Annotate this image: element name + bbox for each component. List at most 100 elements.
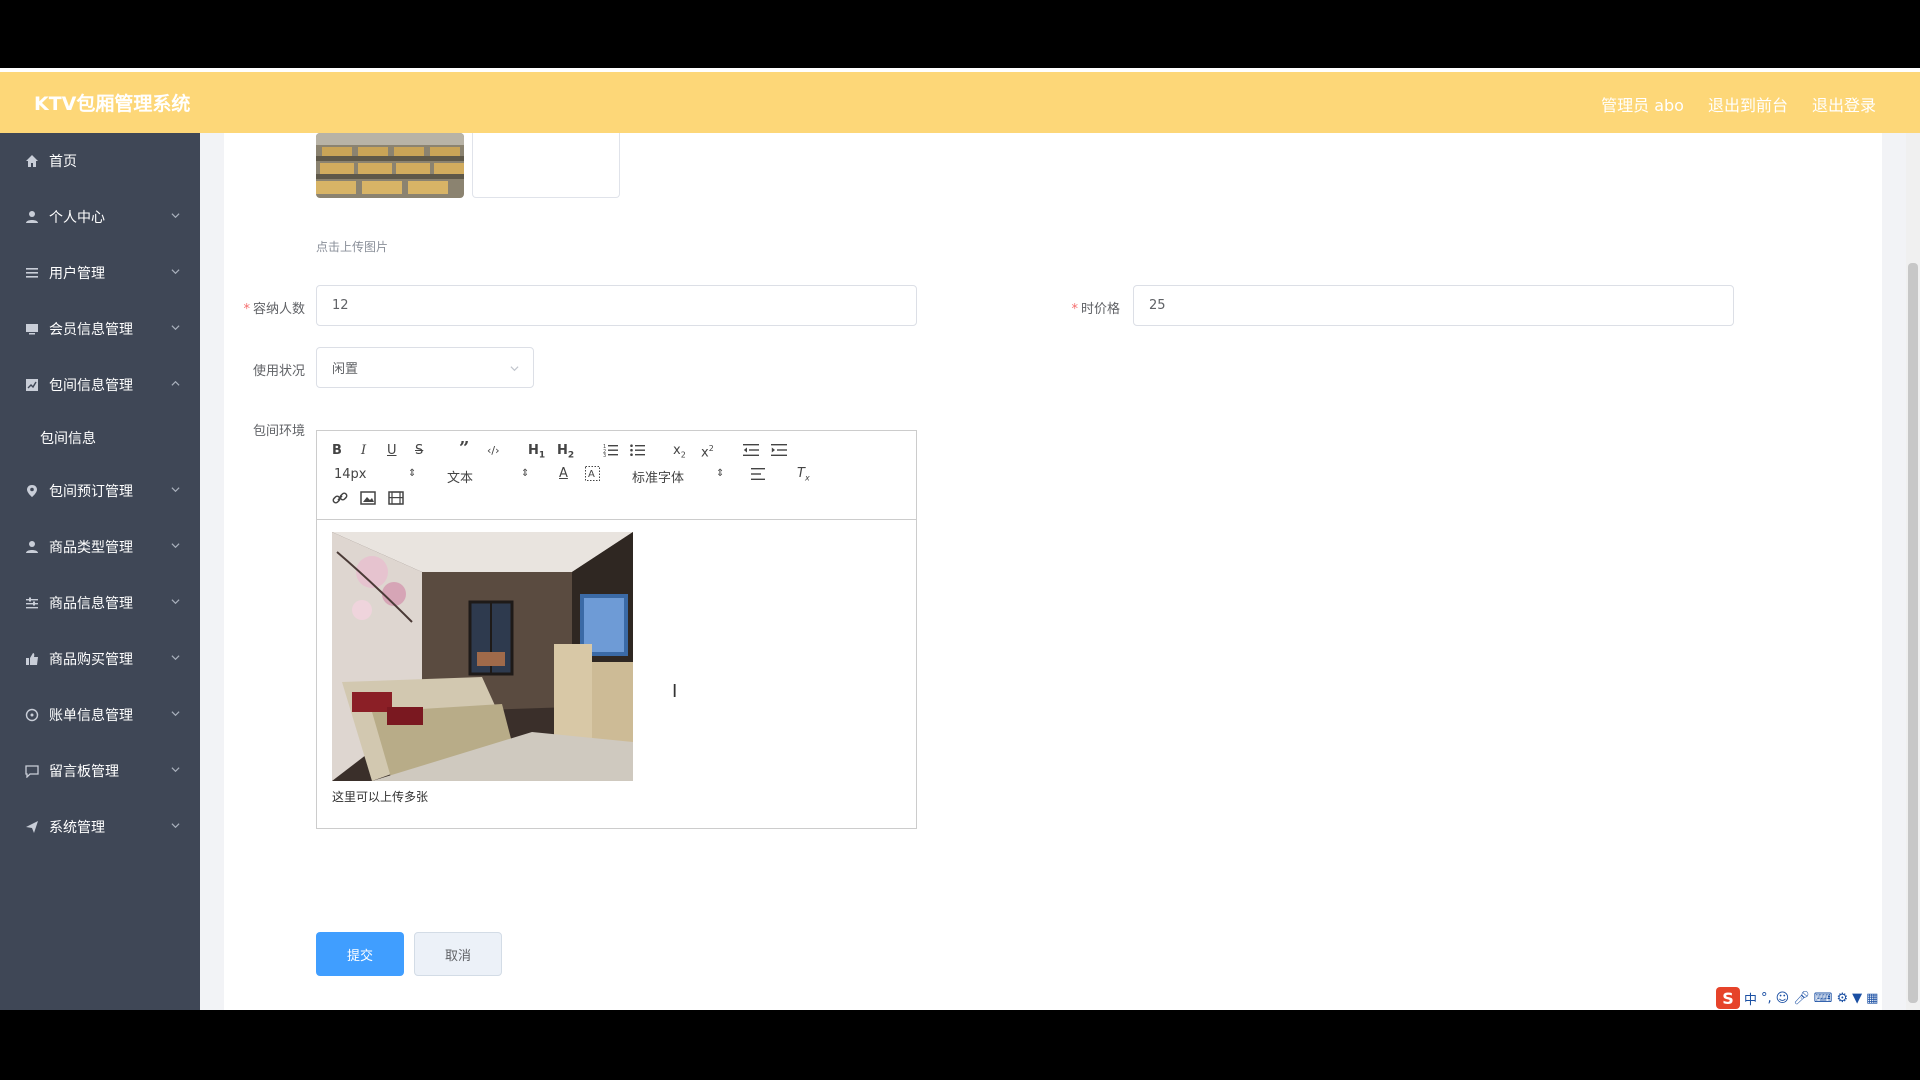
chevron-down-icon <box>171 543 180 549</box>
chevron-down-icon <box>171 767 180 773</box>
clear-format-icon[interactable]: Tx <box>797 466 810 487</box>
svg-text:A: A <box>588 469 595 480</box>
link-icon[interactable] <box>332 491 348 510</box>
sidebar-item-message-board[interactable]: 留言板管理 <box>0 743 200 799</box>
strikethrough-icon[interactable]: S <box>415 443 423 459</box>
align-icon[interactable] <box>751 467 767 486</box>
price-input[interactable]: 25 <box>1133 285 1734 326</box>
bullet-list-icon[interactable] <box>630 443 646 462</box>
ime-mode[interactable]: 中 <box>1744 989 1757 1008</box>
sidebar-item-member-info[interactable]: 会员信息管理 <box>0 301 200 357</box>
page-scrollbar[interactable] <box>1906 133 1920 1010</box>
sidebar-subitem-room-info[interactable]: 包间信息 <box>0 413 200 463</box>
subscript-icon[interactable]: x2 <box>673 443 686 464</box>
svg-text:3: 3 <box>603 453 606 457</box>
grid-icon[interactable]: ▦ <box>1866 991 1878 1006</box>
code-block-icon[interactable]: ‹/› <box>487 443 500 459</box>
capacity-label: * 容纳人数 <box>205 298 305 317</box>
image-upload-box[interactable] <box>472 133 620 198</box>
sidebar-item-label: 用户管理 <box>49 266 105 282</box>
chevron-down-icon <box>171 269 180 275</box>
chevron-down-icon <box>171 599 180 605</box>
select-updown-icon: ⇕ <box>521 468 530 479</box>
sidebar: 首页 个人中心 用户管理 会员信息管理 包间信息管理 包间信息 包间预订管理 商… <box>0 133 200 1010</box>
chat-icon <box>24 763 40 779</box>
app-root: KTV包厢管理系统 管理员 abo 退出到前台 退出登录 首页 个人中心 用户管… <box>0 0 1920 1080</box>
sidebar-item-label: 系统管理 <box>49 820 105 836</box>
home-icon <box>24 153 40 169</box>
sidebar-item-personal-center[interactable]: 个人中心 <box>0 189 200 245</box>
sidebar-item-goods-type[interactable]: 商品类型管理 <box>0 519 200 575</box>
blockquote-icon[interactable]: ” <box>459 440 469 458</box>
heading-1-icon[interactable]: H1 <box>528 443 545 464</box>
status-label: 使用状况 <box>252 364 305 379</box>
image-insert-icon[interactable] <box>360 491 376 510</box>
capacity-input-value: 12 <box>332 298 349 313</box>
sidebar-item-room-info-management[interactable]: 包间信息管理 <box>0 357 200 413</box>
chevron-up-icon <box>171 380 180 386</box>
rich-text-editor: B I U S ” ‹/› H1 H2 123 x2 x2 14px ⇕ 文本 … <box>316 430 917 829</box>
microphone-icon[interactable]: 🎤︎ <box>1793 991 1810 1006</box>
cancel-button[interactable]: 取消 <box>414 932 502 976</box>
italic-icon[interactable]: I <box>361 443 366 459</box>
logout-link[interactable]: 退出登录 <box>1812 92 1876 116</box>
status-select-value: 闲置 <box>332 362 359 377</box>
sidebar-item-label: 包间信息 <box>40 431 96 447</box>
sidebar-item-goods-purchase[interactable]: 商品购买管理 <box>0 631 200 687</box>
uploaded-image-thumbnail[interactable] <box>316 133 464 198</box>
editor-toolbar: B I U S ” ‹/› H1 H2 123 x2 x2 14px ⇕ 文本 … <box>317 431 916 520</box>
sidebar-item-label: 包间信息管理 <box>49 378 133 394</box>
sidebar-item-user-management[interactable]: 用户管理 <box>0 245 200 301</box>
sidebar-item-bill-info[interactable]: 账单信息管理 <box>0 687 200 743</box>
upload-hint: 点击上传图片 <box>316 240 389 254</box>
punctuation-icon[interactable]: °, <box>1761 991 1772 1006</box>
chevron-down-icon <box>171 487 180 493</box>
heading-2-icon[interactable]: H2 <box>557 443 574 464</box>
video-insert-icon[interactable] <box>388 491 404 510</box>
block-format-select[interactable]: 文本 ⇕ <box>447 467 531 486</box>
skin-icon[interactable]: ▼ <box>1852 991 1862 1006</box>
top-header: KTV包厢管理系统 管理员 abo 退出到前台 退出登录 <box>0 68 1920 133</box>
sidebar-item-goods-info[interactable]: 商品信息管理 <box>0 575 200 631</box>
font-size-select[interactable]: 14px ⇕ <box>334 467 418 482</box>
sidebar-item-room-booking[interactable]: 包间预订管理 <box>0 463 200 519</box>
status-select[interactable]: 闲置 <box>316 347 534 388</box>
location-icon <box>24 483 40 499</box>
background-color-icon[interactable]: A <box>585 466 600 486</box>
chevron-down-icon <box>510 366 519 372</box>
font-color-icon[interactable]: A <box>559 466 568 482</box>
underline-icon[interactable]: U <box>387 443 397 459</box>
scrollbar-thumb[interactable] <box>1908 263 1918 1003</box>
sidebar-item-label: 商品类型管理 <box>49 540 133 556</box>
tools-icon[interactable]: ⚙ <box>1837 991 1849 1006</box>
ime-logo[interactable]: S <box>1716 987 1740 1009</box>
ordered-list-icon[interactable]: 123 <box>603 443 619 462</box>
sidebar-item-home[interactable]: 首页 <box>0 133 200 189</box>
superscript-icon[interactable]: x2 <box>701 441 714 461</box>
chevron-down-icon <box>171 823 180 829</box>
editor-content[interactable]: 这里可以上传多张 <box>332 532 902 805</box>
sidebar-item-label: 商品信息管理 <box>49 596 133 612</box>
user-icon <box>24 209 40 225</box>
emoji-icon[interactable]: ☺ <box>1776 991 1790 1006</box>
price-input-value: 25 <box>1149 298 1166 313</box>
outdent-icon[interactable] <box>743 443 759 462</box>
font-family-select[interactable]: 标准字体 ⇕ <box>632 467 726 486</box>
submit-button[interactable]: 提交 <box>316 932 404 976</box>
bold-icon[interactable]: B <box>332 443 342 459</box>
sidebar-item-label: 首页 <box>49 154 77 170</box>
header-links: 管理员 abo 退出到前台 退出登录 <box>1601 92 1876 116</box>
capacity-input[interactable]: 12 <box>316 285 917 326</box>
sidebar-item-system-management[interactable]: 系统管理 <box>0 799 200 855</box>
block-format-value: 文本 <box>447 471 474 486</box>
admin-name-label: 管理员 abo <box>1601 96 1684 115</box>
select-updown-icon: ⇕ <box>408 468 417 479</box>
price-label: * 时价格 <box>1020 298 1120 317</box>
chevron-down-icon <box>171 325 180 331</box>
chevron-down-icon <box>171 655 180 661</box>
indent-icon[interactable] <box>771 443 787 462</box>
keyboard-icon[interactable]: ⌨ <box>1814 991 1833 1006</box>
back-to-frontend-link[interactable]: 退出到前台 <box>1708 92 1788 116</box>
sliders-icon <box>24 595 40 611</box>
monitor-icon <box>24 321 40 337</box>
